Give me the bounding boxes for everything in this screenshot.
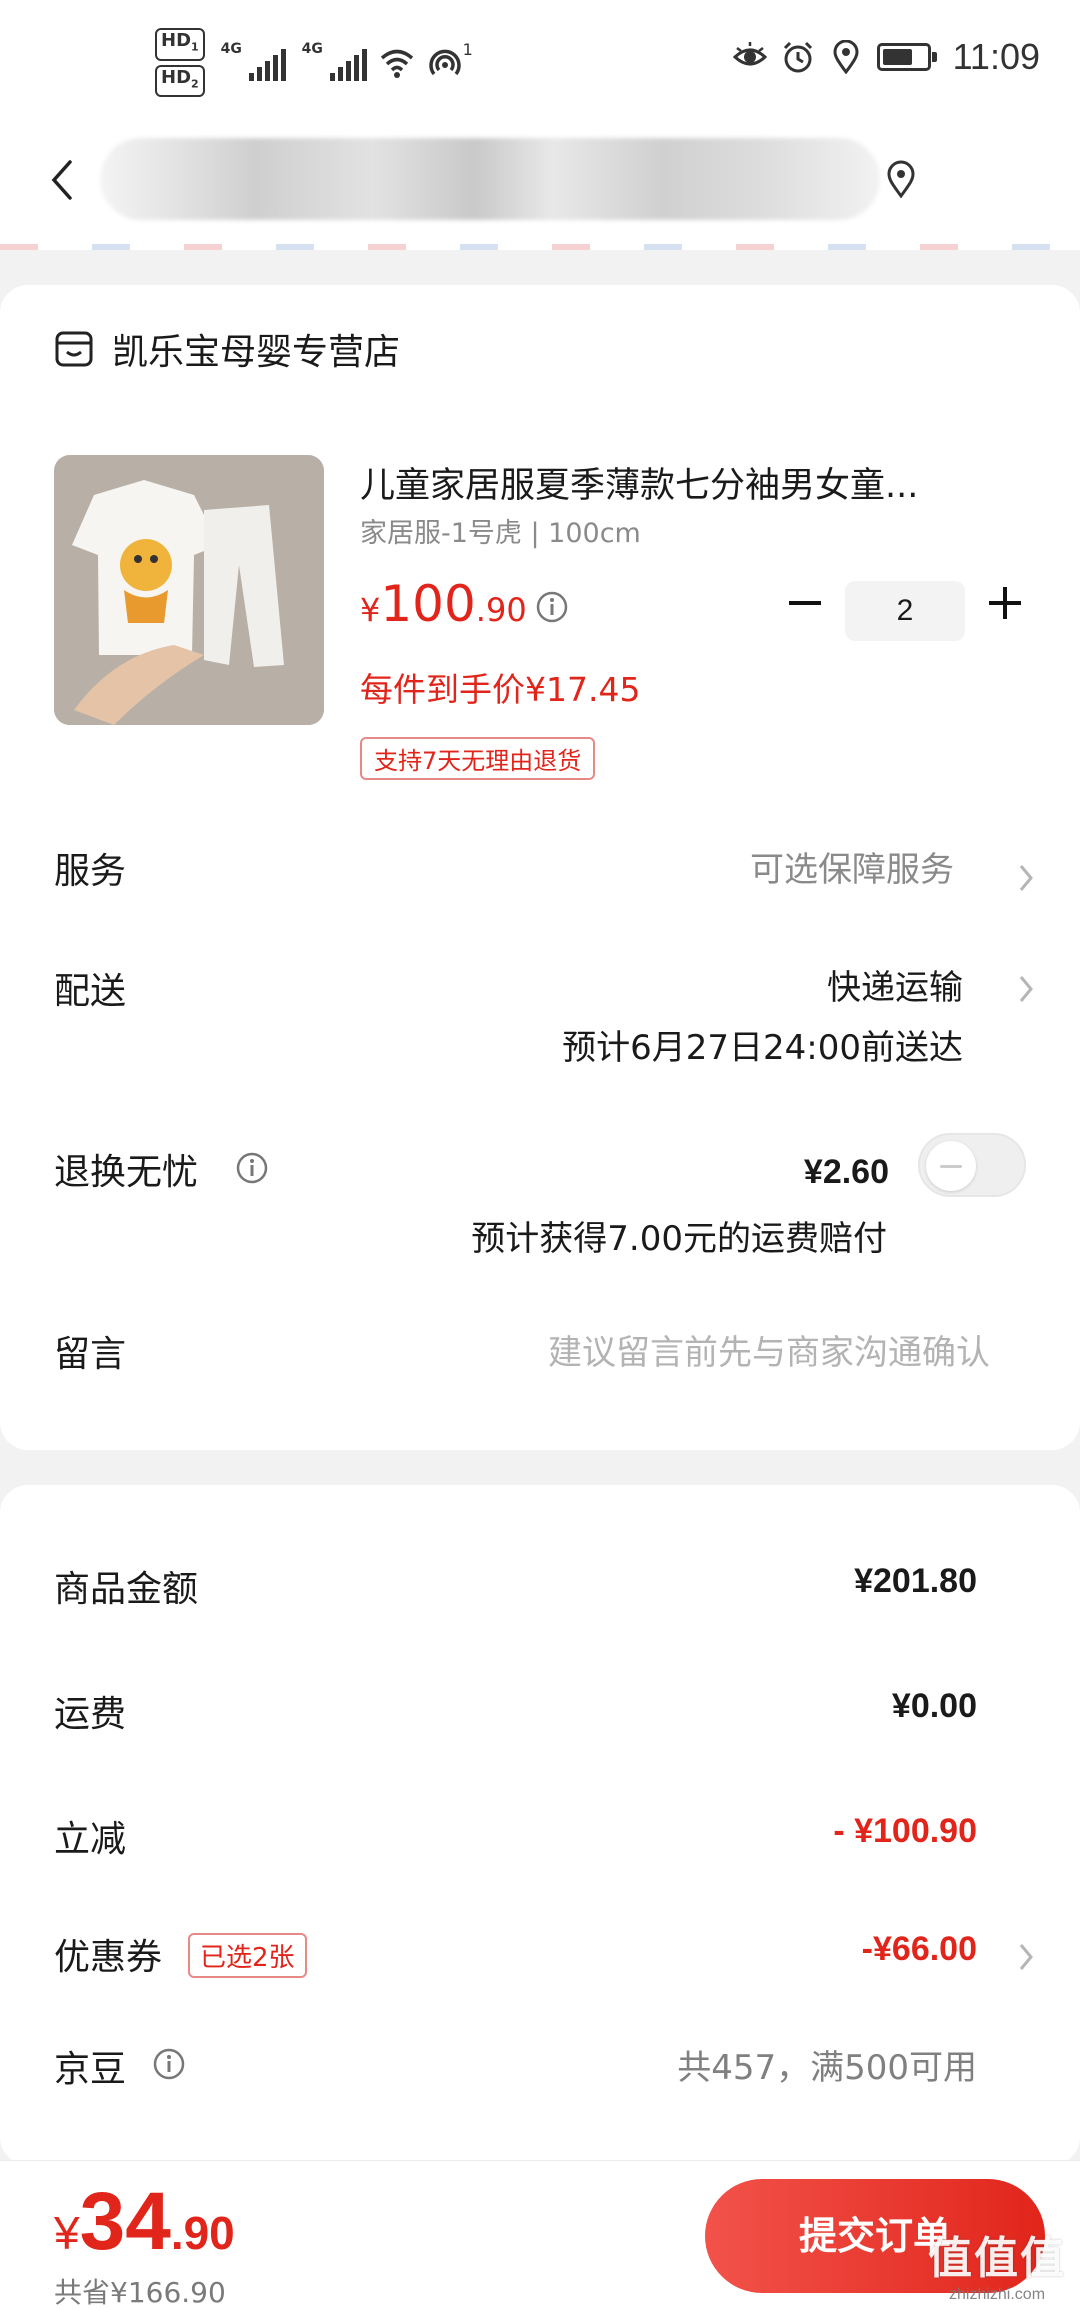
shop-row[interactable]: 凯乐宝母婴专营店 [54,323,400,375]
discount-value: - ¥100.90 [833,1812,977,1850]
hd2-badge: HD2 [155,64,205,98]
unit-price: 每件到手价¥17.45 [360,670,641,709]
watermark: 值值值 zhizhizhi.com [928,2222,1066,2304]
shop-name: 凯乐宝母婴专营店 [112,332,401,373]
total-integer: 34 [79,2176,171,2267]
message-input[interactable]: 建议留言前先与商家沟通确认 [548,1325,990,1374]
nav-bar [0,120,1080,250]
product-photo [54,455,324,725]
coupon-count-tag[interactable]: 已选2张 [188,1933,307,1978]
delivery-method[interactable]: 快递运输 [827,960,963,1009]
hotspot-icon [428,49,461,75]
battery-fill [882,49,912,65]
product-title[interactable]: 儿童家居服夏季薄款七分袖男女童... [360,457,980,508]
beans-value: 共457，满500可用 [677,2048,977,2088]
return-insurance-price: ¥2.60 [803,1153,889,1191]
coupon-value[interactable]: -¥66.00 [862,1930,977,1969]
back-button[interactable] [50,150,90,210]
hd1-badge: HD1 [155,28,205,61]
toggle-knob [926,1141,976,1191]
delivery-eta: 预计6月27日24:00前送达 [562,1028,963,1068]
message-label: 留言 [54,1334,127,1375]
signal-icon-sim1: 4G [221,41,286,81]
price-info-icon[interactable] [535,590,569,624]
total-saved: 共省¥166.90 [54,2276,226,2309]
location-icon [833,40,859,74]
service-label: 服务 [54,851,127,892]
chevron-left-icon [51,160,72,200]
price-decimal: .90 [475,591,527,629]
beans-label: 京豆 [54,2049,127,2090]
eye-icon [732,42,767,66]
return-insurance-toggle[interactable] [918,1133,1026,1197]
location-pin-icon[interactable] [885,160,917,198]
quantity-input[interactable]: 2 [845,581,965,641]
status-right: 11:09 [732,36,1040,78]
shipping-value: ¥0.00 [891,1687,977,1725]
return-insurance-label: 退换无忧 [54,1152,199,1193]
total-currency: ¥ [54,2207,80,2259]
checkout-bar: ¥ 34 .90 共省¥166.90 提交订单 值值值 zhizhizhi.co… [0,2160,1080,2310]
battery-icon [876,43,937,71]
total-price: ¥ 34 .90 [54,2175,235,2269]
discount-label: 立减 [54,1819,127,1860]
wifi-icon [380,49,413,78]
product-spec[interactable]: 家居服-1号虎 | 100cm [360,511,641,550]
watermark-url: zhizhizhi.com [948,2286,1046,2303]
hotspot-count: 1 [462,39,473,59]
service-chevron-icon[interactable] [1016,861,1036,895]
status-left: HD1 HD2 4G 4G 1 [155,28,473,98]
return-policy-tag: 支持7天无理由退货 [360,737,596,780]
coupon-chevron-icon[interactable] [1016,1940,1036,1974]
total-decimal: .90 [170,2207,235,2259]
coupon-label: 优惠券 [54,1937,163,1978]
beans-info-icon[interactable] [152,2047,186,2081]
order-card: 凯乐宝母婴专营店 儿童家居服夏季薄款七分袖男女童... 家居服-1号虎 | 10… [0,285,1080,1450]
status-bar: HD1 HD2 4G 4G 1 11:09 [0,0,1080,120]
clock: 11:09 [952,36,1040,77]
shipping-label: 运费 [54,1694,127,1735]
return-insurance-info-icon[interactable] [235,1151,269,1185]
price-integer: 100 [380,575,476,633]
watermark-logo: 值值值 [928,2233,1066,2284]
address-stripe [0,244,1080,250]
return-insurance-note: 预计获得7.00元的运费赔付 [471,1219,887,1259]
quantity-increase-button[interactable] [985,583,1025,623]
price-currency: ¥ [360,591,381,629]
service-value[interactable]: 可选保障服务 [750,842,954,891]
price-summary-card: 商品金额 ¥201.80 运费 ¥0.00 立减 - ¥100.90 优惠券 已… [0,1485,1080,2165]
product-price: ¥ 100 .90 [360,575,527,633]
alarm-icon [783,41,812,73]
delivery-chevron-icon[interactable] [1016,972,1036,1006]
goods-amount-value: ¥201.80 [854,1562,977,1600]
hd-indicators: HD1 HD2 [155,28,205,98]
goods-amount-label: 商品金额 [54,1569,199,1610]
delivery-label: 配送 [54,971,127,1012]
product-image[interactable] [54,455,324,725]
address-blurred[interactable] [100,138,880,220]
quantity-decrease-button[interactable] [785,583,825,623]
shop-icon [55,331,93,367]
hotspot-indicator: 1 [427,40,473,80]
signal-icon-sim2: 4G [302,41,367,81]
